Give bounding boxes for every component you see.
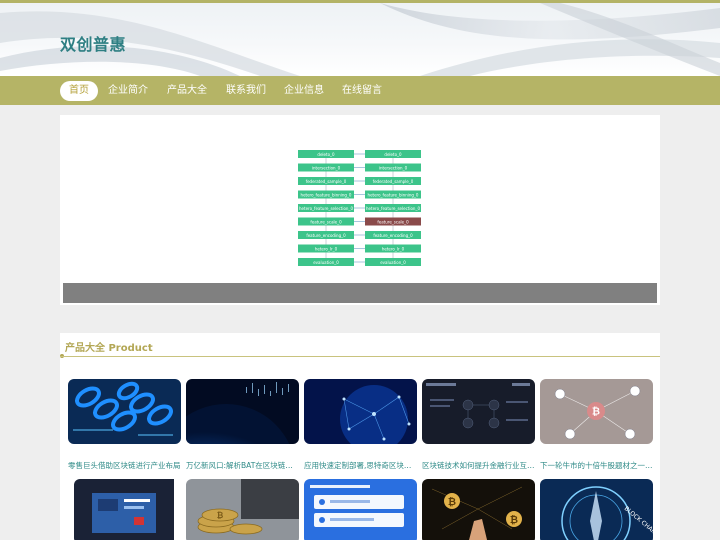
banner-caption-bar (63, 283, 657, 303)
diagram-node-label: deleto_0 (317, 152, 335, 157)
product-caption[interactable]: 零售巨头借助区块链进行产业布局 (68, 460, 181, 471)
section-heading: 产品大全 Product (65, 343, 153, 354)
product-thumbnail[interactable]: BLOCK CHAIN (540, 479, 653, 540)
svg-text:₿: ₿ (217, 511, 224, 520)
site-header: 双创普惠 (0, 3, 720, 76)
diagram-node-label: federated_sample_0 (373, 179, 414, 184)
product-caption[interactable]: 下一轮牛市的十倍牛股题材之一:区块链 (540, 460, 653, 471)
site-title: 双创普惠 (60, 35, 127, 54)
product-thumbnail[interactable] (304, 479, 417, 540)
product-card[interactable]: 零售巨头借助区块链进行产业布局 (68, 379, 181, 471)
svg-text:₿: ₿ (510, 514, 518, 526)
nav-item-about[interactable]: 企业简介 (104, 81, 152, 101)
diagram-node-label: evaluation_0 (380, 260, 406, 265)
diagram-node-label: federated_sample_0 (306, 179, 347, 184)
product-thumbnail[interactable]: ₿ ₿ (422, 479, 535, 540)
main-nav: 首页 企业简介 产品大全 联系我们 企业信息 在线留言 (0, 76, 720, 105)
diagram-node-label: hetero_feature_binning_0 (301, 192, 352, 197)
product-card[interactable]: ₿ (186, 479, 299, 540)
nav-item-home[interactable]: 首页 (60, 81, 98, 101)
products-section: 产品大全 Product 零售巨头借助区块链进行产业布局 万亿新风口:解析BAT… (60, 333, 660, 540)
product-caption[interactable]: 区块链技术如何提升金融行业互信水平 (422, 460, 535, 471)
diagram-node-label: intersection_0 (379, 165, 408, 170)
diagram-node-label: hetero_feature_selection_0 (299, 206, 353, 211)
product-card[interactable]: ₿ 下一轮牛市的十倍牛股题材之一:区块链 (540, 379, 653, 471)
diagram-node-label: deleto_0 (384, 152, 402, 157)
product-card[interactable]: 万亿新风口:解析BAT在区块链领域布局 (186, 379, 299, 471)
diagram-node-label: feature_encoding_0 (306, 233, 346, 238)
product-card[interactable]: ₿ ₿ (422, 479, 535, 540)
diagram-node-label: hetero_lr_0 (382, 246, 405, 251)
product-thumbnail[interactable] (74, 479, 187, 540)
product-card[interactable]: BLOCK CHAIN (540, 479, 653, 540)
diagram-node-label: feature_scale_0 (377, 219, 409, 224)
nav-item-contact[interactable]: 联系我们 (222, 81, 270, 101)
diagram-node-label: evaluation_0 (313, 260, 339, 265)
product-thumbnail[interactable] (68, 379, 181, 444)
section-divider (60, 356, 660, 357)
product-card[interactable] (304, 479, 417, 540)
product-card[interactable]: 应用快速定制部署,思特奇区块链平台 (304, 379, 417, 471)
diagram-node-label: hetero_lr_0 (315, 246, 338, 251)
product-thumbnail[interactable] (186, 379, 299, 444)
product-thumbnail[interactable]: ₿ (186, 479, 299, 540)
diagram-node-label: hetero_feature_binning_0 (368, 192, 419, 197)
banner-flow-diagram: deleto_0 intersection_0 federated_sample_0… (298, 150, 421, 266)
nav-item-company-info[interactable]: 企业信息 (280, 81, 328, 101)
banner-slider[interactable]: deleto_0 intersection_0 federated_sample_0… (60, 115, 660, 305)
nav-item-message[interactable]: 在线留言 (338, 81, 386, 101)
diagram-node-label: feature_scale_0 (310, 219, 342, 224)
product-card[interactable] (74, 479, 187, 540)
diagram-node-label: intersection_0 (312, 165, 341, 170)
diagram-node-label: hetero_feature_selection_0 (366, 206, 420, 211)
diagram-node-label: feature_encoding_0 (373, 233, 413, 238)
product-card[interactable]: 区块链技术如何提升金融行业互信水平 (422, 379, 535, 471)
product-thumbnail[interactable] (422, 379, 535, 444)
svg-text:₿: ₿ (592, 406, 600, 418)
nav-item-products[interactable]: 产品大全 (163, 81, 211, 101)
svg-text:₿: ₿ (448, 496, 456, 508)
product-thumbnail[interactable]: ₿ (540, 379, 653, 444)
product-caption[interactable]: 万亿新风口:解析BAT在区块链领域布局 (186, 460, 299, 471)
product-thumbnail[interactable] (304, 379, 417, 444)
product-caption[interactable]: 应用快速定制部署,思特奇区块链平台 (304, 460, 417, 471)
